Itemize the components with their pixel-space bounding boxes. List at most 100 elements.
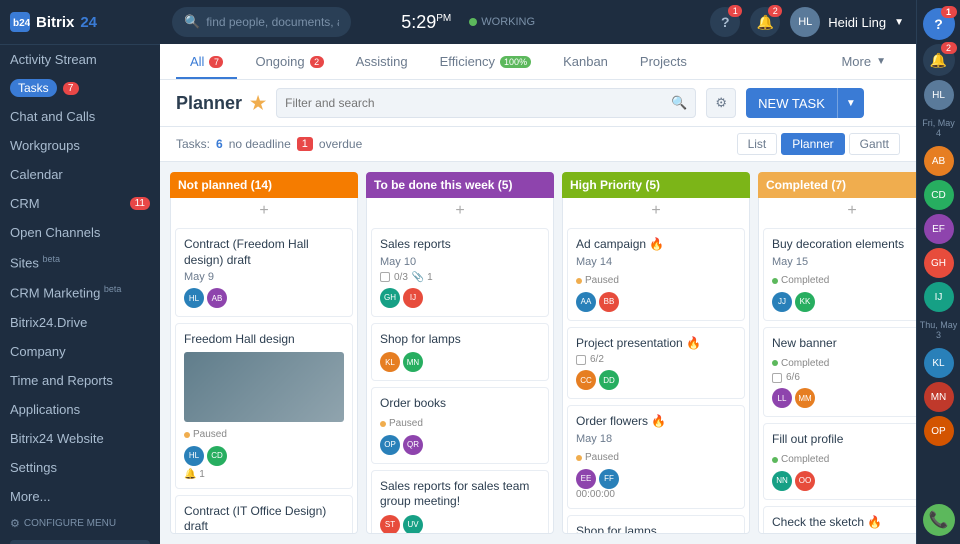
card-sales-reports-group[interactable]: Sales reports for sales team group meeti…: [371, 470, 549, 534]
sidebar-item-applications[interactable]: Applications: [0, 395, 160, 424]
configure-menu-button[interactable]: ⚙ CONFIGURE MENU: [0, 511, 160, 536]
card-contract-it-office[interactable]: Contract (IT Office Design) draft May 17…: [175, 495, 353, 534]
column-add-completed[interactable]: +: [758, 198, 916, 224]
sidebar-item-website[interactable]: Bitrix24 Website: [0, 424, 160, 453]
avatar-9[interactable]: OP: [924, 416, 954, 446]
sidebar-label: Bitrix24.Drive: [10, 315, 87, 330]
tab-ongoing-badge: 2: [310, 56, 324, 68]
card-timer: 00:00:00: [576, 489, 736, 500]
search-input[interactable]: [206, 15, 339, 29]
sidebar-item-tasks-row: Tasks 7: [0, 74, 160, 102]
sidebar-item-calendar[interactable]: Calendar: [0, 160, 160, 189]
sidebar-item-drive[interactable]: Bitrix24.Drive: [0, 308, 160, 337]
sidebar-item-open-channels[interactable]: Open Channels: [0, 218, 160, 247]
sidebar-item-crm[interactable]: CRM 11: [0, 189, 160, 218]
filter-input[interactable]: [285, 96, 665, 110]
app-logo[interactable]: b24 Bitrix 24: [0, 0, 160, 45]
card-check-sketch[interactable]: Check the sketch 🔥 4/4 PP QQ: [763, 506, 916, 534]
tab-assisting[interactable]: Assisting: [342, 44, 422, 79]
card-new-banner[interactable]: New banner Completed 6/6 LL MM: [763, 327, 916, 418]
phone-button[interactable]: 📞: [923, 504, 955, 536]
avatar-2[interactable]: AB: [924, 146, 954, 176]
tab-efficiency-badge: 100%: [500, 56, 531, 68]
user-menu[interactable]: HL Heidi Ling ▼: [790, 7, 904, 37]
invite-users-button[interactable]: ＋ INVITE USERS: [10, 540, 150, 544]
card-title: Project presentation 🔥: [576, 336, 736, 352]
search-bar[interactable]: 🔍: [172, 7, 351, 37]
card-order-flowers[interactable]: Order flowers 🔥 May 18 Paused EE FF 00:0…: [567, 405, 745, 509]
tab-efficiency[interactable]: Efficiency 100%: [426, 44, 545, 79]
tab-more[interactable]: More ▼: [827, 44, 900, 79]
sidebar-item-workgroups[interactable]: Workgroups: [0, 131, 160, 160]
card-status: Completed: [772, 358, 829, 369]
avatar-1[interactable]: HL: [924, 80, 954, 110]
bell-right-button[interactable]: 🔔2: [923, 44, 955, 76]
sidebar-item-activity-stream[interactable]: Activity Stream: [0, 45, 160, 74]
new-task-button[interactable]: NEW TASK ▼: [746, 88, 864, 118]
card-title: Shop for lamps: [576, 524, 736, 534]
column-title: Not planned (14): [178, 178, 272, 192]
card-sales-reports[interactable]: Sales reports May 10 0/3 📎 1 GH IJ: [371, 228, 549, 317]
card-avatars: CC DD: [576, 370, 736, 390]
view-planner-button[interactable]: Planner: [781, 133, 844, 155]
card-order-books[interactable]: Order books Paused OP QR: [371, 387, 549, 464]
view-gantt-button[interactable]: Gantt: [849, 133, 900, 155]
card-avatars: JJ KK: [772, 292, 916, 312]
sidebar-label: Bitrix24 Website: [10, 431, 104, 446]
view-list-button[interactable]: List: [737, 133, 778, 155]
new-task-label: NEW TASK: [746, 96, 837, 111]
tab-projects[interactable]: Projects: [626, 44, 701, 79]
card-freedom-hall-design[interactable]: Freedom Hall design Paused HL CD 🔔 1: [175, 323, 353, 489]
avatar-6[interactable]: IJ: [924, 282, 954, 312]
date-label-fri: Fri, May 4: [917, 114, 960, 142]
user-name: Heidi Ling: [828, 15, 886, 30]
card-shop-for-lamps-1[interactable]: Shop for lamps KL MN: [371, 323, 549, 382]
card-project-presentation[interactable]: Project presentation 🔥 6/2 CC DD: [567, 327, 745, 400]
settings-button[interactable]: ⚙: [706, 88, 736, 118]
avatar-8[interactable]: MN: [924, 382, 954, 412]
avatar-7[interactable]: KL: [924, 348, 954, 378]
sidebar-label: More...: [10, 489, 50, 504]
tab-ongoing[interactable]: Ongoing 2: [241, 44, 337, 79]
card-title: Sales reports: [380, 237, 540, 253]
card-title: New banner: [772, 336, 916, 352]
crm-badge: 11: [130, 197, 150, 210]
sidebar-label: Chat and Calls: [10, 109, 95, 124]
column-add-not-planned[interactable]: +: [170, 198, 358, 224]
new-task-arrow[interactable]: ▼: [837, 88, 864, 118]
card-avatars: OP QR: [380, 435, 540, 455]
tab-all[interactable]: All 7: [176, 44, 237, 79]
avatar-3[interactable]: CD: [924, 180, 954, 210]
sidebar-label: CRM Marketing beta: [10, 284, 121, 300]
star-icon[interactable]: ★: [250, 93, 266, 114]
sidebar-item-settings[interactable]: Settings: [0, 453, 160, 482]
help-button[interactable]: ? 1: [710, 7, 740, 37]
notifications-button[interactable]: 🔔 2: [750, 7, 780, 37]
column-add-high-priority[interactable]: +: [562, 198, 750, 224]
sidebar-item-more[interactable]: More...: [0, 482, 160, 511]
tab-kanban-label: Kanban: [563, 54, 608, 69]
card-image: [184, 352, 344, 422]
sidebar-item-company[interactable]: Company: [0, 337, 160, 366]
card-contract-freedom-hall[interactable]: Contract (Freedom Hall design) draft May…: [175, 228, 353, 317]
card-buy-decoration[interactable]: Buy decoration elements May 15 Completed…: [763, 228, 916, 321]
help-right-button[interactable]: ? 1: [923, 8, 955, 40]
sidebar-item-chat[interactable]: Chat and Calls: [0, 102, 160, 131]
column-cards-high-priority: Ad campaign 🔥 May 14 Paused AA BB Projec…: [562, 224, 750, 534]
sidebar-item-crm-marketing[interactable]: CRM Marketing beta: [0, 277, 160, 307]
card-fill-out-profile[interactable]: Fill out profile Completed NN OO: [763, 423, 916, 500]
card-status: Paused: [576, 275, 619, 286]
sidebar-label: Activity Stream: [10, 52, 97, 67]
tab-kanban[interactable]: Kanban: [549, 44, 622, 79]
card-ad-campaign[interactable]: Ad campaign 🔥 May 14 Paused AA BB: [567, 228, 745, 321]
column-add-to-be-done[interactable]: +: [366, 198, 554, 224]
tasks-pill[interactable]: Tasks: [10, 79, 57, 97]
avatar-5[interactable]: GH: [924, 248, 954, 278]
tab-projects-label: Projects: [640, 54, 687, 69]
sidebar-item-time-reports[interactable]: Time and Reports: [0, 366, 160, 395]
card-shop-lamps-2[interactable]: Shop for lamps May 14 GG: [567, 515, 745, 534]
sidebar-item-sites[interactable]: Sites beta: [0, 247, 160, 277]
column-cards-not-planned: Contract (Freedom Hall design) draft May…: [170, 224, 358, 534]
card-avatars: AA BB: [576, 292, 736, 312]
avatar-4[interactable]: EF: [924, 214, 954, 244]
